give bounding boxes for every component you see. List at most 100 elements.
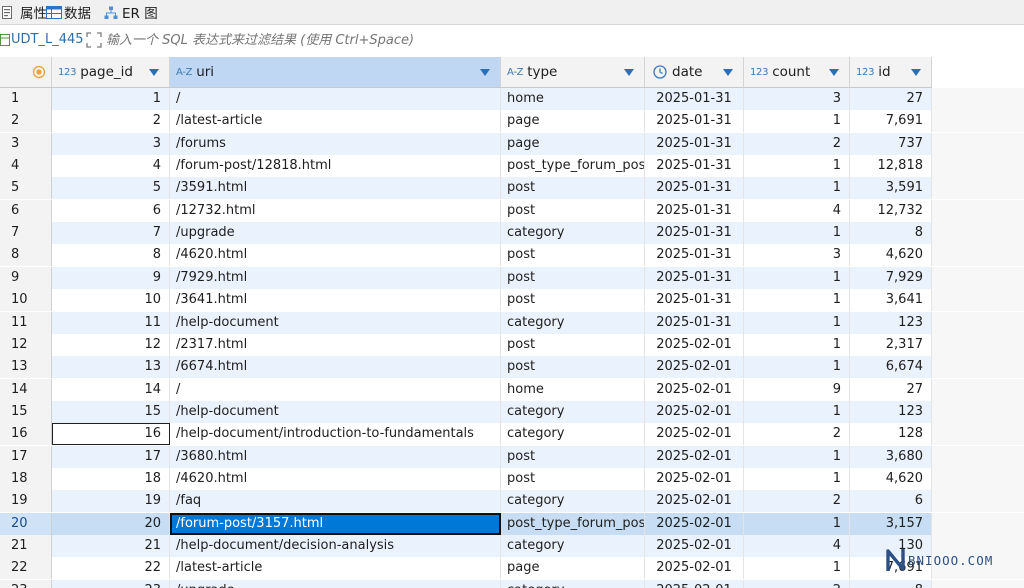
row-number[interactable]: 22 [0, 557, 52, 580]
cell-page_id[interactable]: 15 [52, 400, 170, 423]
cell-type[interactable]: home [501, 88, 645, 110]
row-number[interactable]: 21 [0, 535, 52, 557]
cell-id[interactable]: 7,691 [850, 110, 932, 133]
cell-date[interactable]: 2025-01-31 [645, 244, 744, 267]
cell-date[interactable]: 2025-01-31 [645, 110, 744, 133]
cell-type[interactable]: post [501, 266, 645, 289]
cell-uri[interactable]: /help-document/introduction-to-fundament… [170, 423, 501, 446]
cell-page_id[interactable]: 17 [52, 445, 170, 468]
cell-date[interactable]: 2025-01-31 [645, 222, 744, 245]
sort-dropdown-icon[interactable] [911, 69, 921, 76]
row-number[interactable]: 19 [0, 490, 52, 513]
cell-count[interactable]: 2 [744, 490, 850, 513]
cell-count[interactable]: 3 [744, 88, 850, 110]
row-number[interactable]: 14 [0, 378, 52, 401]
cell-type[interactable]: category [501, 579, 645, 588]
cell-type[interactable]: post_type_forum_post [501, 155, 645, 178]
cell-type[interactable]: post [501, 177, 645, 200]
cell-page_id[interactable]: 8 [52, 244, 170, 267]
cell-count[interactable]: 1 [744, 557, 850, 580]
cell-id[interactable]: 6 [850, 490, 932, 513]
cell-id[interactable]: 4,620 [850, 467, 932, 490]
cell-count[interactable]: 1 [744, 177, 850, 200]
row-number[interactable]: 5 [0, 177, 52, 200]
cell-uri[interactable]: /7929.html [170, 266, 501, 289]
cell-page_id[interactable]: 23 [52, 579, 170, 588]
cell-uri[interactable]: /forum-post/12818.html [170, 155, 501, 178]
cell-date[interactable]: 2025-02-01 [645, 490, 744, 513]
cell-id[interactable]: 12,732 [850, 199, 932, 222]
row-number[interactable]: 9 [0, 266, 52, 289]
cell-date[interactable]: 2025-01-31 [645, 132, 744, 155]
table-row[interactable]: 9 9/7929.html post 2025-01-31 1 7,929 [0, 266, 1024, 289]
cell-id[interactable]: 7,929 [850, 266, 932, 289]
cell-date[interactable]: 2025-02-01 [645, 356, 744, 379]
cell-uri[interactable]: /latest-article [170, 110, 501, 133]
table-row[interactable]: 3 3/forums page 2025-01-31 2 737 [0, 132, 1024, 155]
cell-page_id[interactable]: 14 [52, 378, 170, 401]
cell-id[interactable]: 3,641 [850, 289, 932, 312]
cell-uri[interactable]: /upgrade [170, 222, 501, 245]
table-row[interactable]: 19 19/faq category 2025-02-01 2 6 [0, 490, 1024, 513]
column-header-id[interactable]: 123 id [850, 57, 932, 88]
row-number[interactable]: 4 [0, 155, 52, 178]
cell-type[interactable]: page [501, 557, 645, 580]
cell-count[interactable]: 1 [744, 266, 850, 289]
table-row[interactable]: 7 7/upgrade category 2025-01-31 1 8 [0, 222, 1024, 245]
table-row[interactable]: 8 8/4620.html post 2025-01-31 3 4,620 [0, 244, 1024, 267]
row-number[interactable]: 10 [0, 289, 52, 312]
row-number[interactable]: 1 [0, 88, 52, 110]
cell-id[interactable]: 737 [850, 132, 932, 155]
cell-page_id[interactable]: 5 [52, 177, 170, 200]
expand-filter-icon[interactable] [86, 32, 102, 48]
column-header-page_id[interactable]: 123 page_id [52, 57, 170, 88]
column-header-count[interactable]: 123 count [744, 57, 850, 88]
cell-type[interactable]: post [501, 244, 645, 267]
cell-uri[interactable]: /4620.html [170, 467, 501, 490]
cell-type[interactable]: category [501, 423, 645, 446]
cell-uri[interactable]: /forums [170, 132, 501, 155]
cell-page_id[interactable]: 20 [52, 512, 170, 535]
row-number[interactable]: 12 [0, 333, 52, 356]
cell-uri[interactable]: /3641.html [170, 289, 501, 312]
table-row[interactable]: 1 1/home 2025-01-31 3 27 [0, 88, 1024, 110]
table-row[interactable]: 5 5/3591.html post 2025-01-31 1 3,591 [0, 177, 1024, 200]
row-number[interactable]: 17 [0, 445, 52, 468]
cell-date[interactable]: 2025-02-01 [645, 400, 744, 423]
cell-type[interactable]: page [501, 132, 645, 155]
cell-count[interactable]: 2 [744, 579, 850, 588]
cell-count[interactable]: 1 [744, 512, 850, 535]
sort-dropdown-icon[interactable] [829, 69, 839, 76]
table-row[interactable]: 6 6/12732.html post 2025-01-31 4 12,732 [0, 199, 1024, 222]
cell-type[interactable]: category [501, 222, 645, 245]
cell-date[interactable]: 2025-02-01 [645, 512, 744, 535]
cell-date[interactable]: 2025-01-31 [645, 88, 744, 110]
cell-count[interactable]: 1 [744, 222, 850, 245]
cell-id[interactable]: 8 [850, 579, 932, 588]
table-row[interactable]: 12 12/2317.html post 2025-02-01 1 2,317 [0, 333, 1024, 356]
cell-date[interactable]: 2025-01-31 [645, 266, 744, 289]
sort-dropdown-icon[interactable] [149, 69, 159, 76]
cell-date[interactable]: 2025-01-31 [645, 177, 744, 200]
cell-uri[interactable]: /help-document/decision-analysis [170, 535, 501, 557]
table-row[interactable]: 15 15/help-document category 2025-02-01 1 123 [0, 400, 1024, 423]
cell-count[interactable]: 1 [744, 289, 850, 312]
row-number[interactable]: 18 [0, 467, 52, 490]
cell-id[interactable]: 123 [850, 400, 932, 423]
cell-id[interactable]: 27 [850, 88, 932, 110]
table-row[interactable]: 10 10/3641.html post 2025-01-31 1 3,641 [0, 289, 1024, 312]
cell-id[interactable]: 3,680 [850, 445, 932, 468]
cell-page_id[interactable]: 12 [52, 333, 170, 356]
cell-type[interactable]: category [501, 535, 645, 557]
cell-count[interactable]: 4 [744, 535, 850, 557]
table-row[interactable]: 14 14/home 2025-02-01 9 27 [0, 378, 1024, 401]
cell-id[interactable]: 3,157 [850, 512, 932, 535]
cell-page_id[interactable]: 3 [52, 132, 170, 155]
select-all-corner[interactable] [0, 57, 52, 88]
cell-count[interactable]: 1 [744, 400, 850, 423]
table-row[interactable]: 22 22/latest-article page 2025-02-01 1 7,691 [0, 557, 1024, 580]
cell-uri[interactable]: /faq [170, 490, 501, 513]
column-header-date[interactable]: date [645, 57, 744, 88]
table-row[interactable]: 16 16/help-document/introduction-to-funda… [0, 423, 1024, 446]
sort-dropdown-icon[interactable] [723, 69, 733, 76]
